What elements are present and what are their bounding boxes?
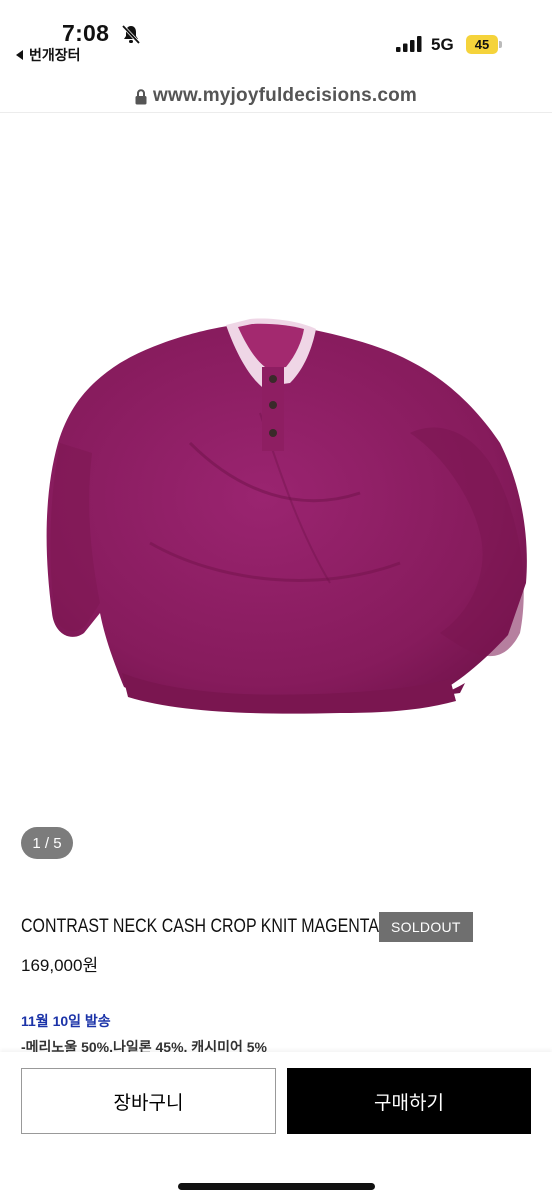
battery-icon: 45: [466, 35, 502, 54]
sweater-illustration: [46, 318, 527, 714]
battery-level: 45: [466, 35, 498, 54]
address-bar[interactable]: www.myjoyfuldecisions.com: [0, 82, 552, 110]
product-title: CONTRAST NECK CASH CROP KNIT MAGENTA: [21, 916, 379, 937]
add-to-cart-button[interactable]: 장바구니: [21, 1068, 276, 1134]
lock-icon: [135, 88, 147, 104]
signal-icon: [396, 36, 422, 52]
home-indicator[interactable]: [178, 1183, 375, 1190]
bottom-action-bar: 장바구니 구매하기: [0, 1052, 552, 1200]
product-price: 169,000원: [21, 956, 99, 975]
status-time: 7:08: [62, 20, 110, 46]
product-image[interactable]: [0, 113, 552, 878]
battery-tip: [499, 41, 502, 48]
back-app-label: 번개장터: [29, 47, 81, 63]
buy-now-button[interactable]: 구매하기: [287, 1068, 531, 1134]
soldout-badge: SOLDOUT: [379, 912, 473, 942]
product-title-row: CONTRAST NECK CASH CROP KNIT MAGENTA SOL…: [21, 912, 531, 942]
ship-date: 11월 10일 발송: [21, 1013, 111, 1029]
back-to-app-link[interactable]: 번개장터: [16, 45, 81, 65]
bell-slash-icon: [121, 24, 141, 44]
network-type: 5G: [431, 35, 454, 54]
image-pager-badge: 1 / 5: [21, 827, 73, 859]
status-bar: 7:08 번개장터 5G 45: [0, 0, 552, 70]
url-text: www.myjoyfuldecisions.com: [152, 85, 418, 106]
back-arrow-icon: [16, 50, 23, 60]
